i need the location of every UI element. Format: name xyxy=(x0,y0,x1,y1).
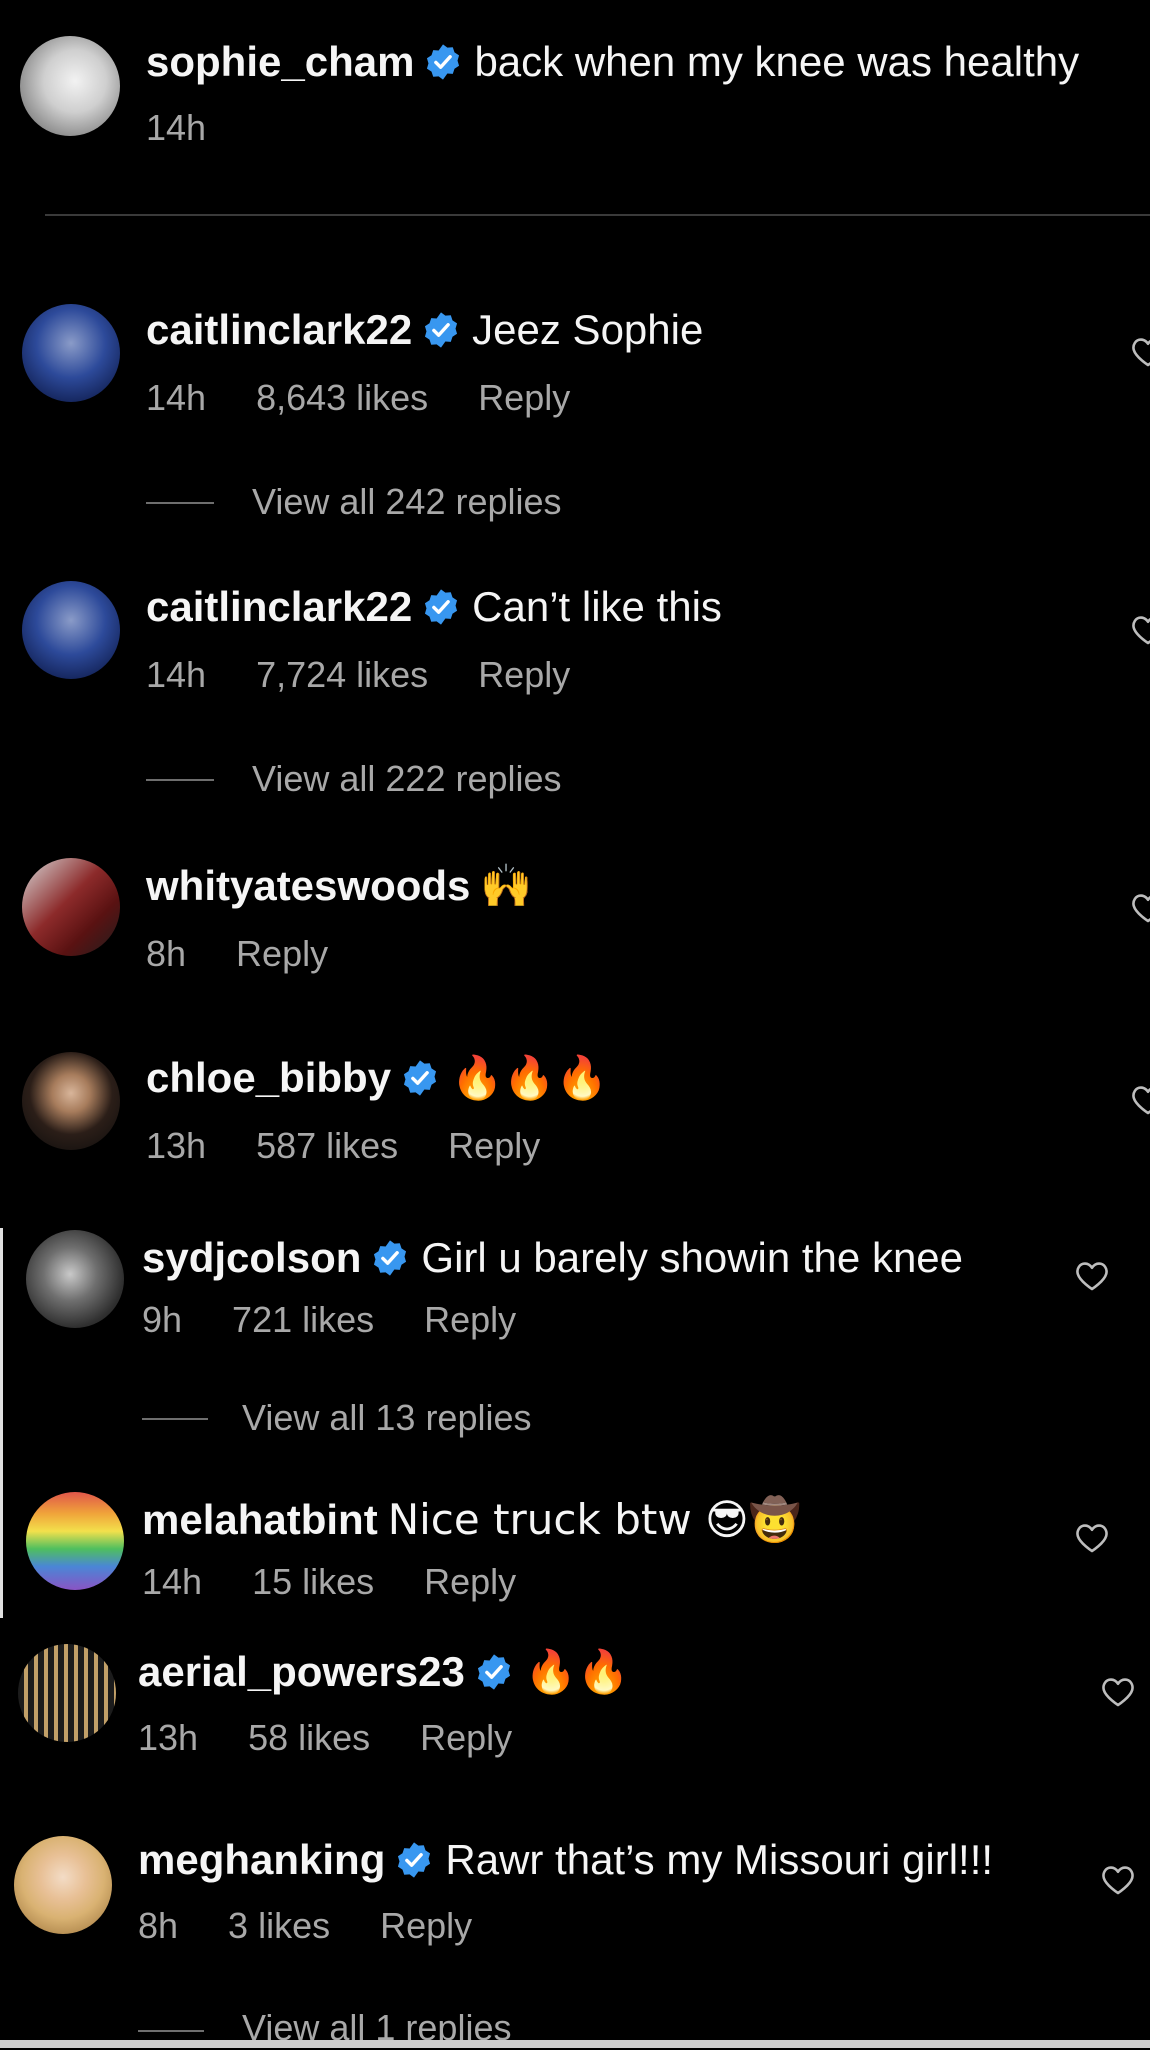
verified-badge-icon xyxy=(371,1239,409,1277)
heart-outline-icon[interactable] xyxy=(1130,612,1150,648)
comment-username[interactable]: melahatbint xyxy=(142,1496,378,1543)
comment-likes[interactable]: 721 likes xyxy=(232,1299,374,1340)
comment-likes[interactable]: 587 likes xyxy=(256,1125,398,1166)
comment-line: aerial_powers23 🔥🔥 xyxy=(138,1646,629,1698)
comment-line: meghanking Rawr that’s my Missouri girl!!… xyxy=(138,1834,993,1886)
comment-time: 14h xyxy=(142,1561,203,1602)
caption-avatar[interactable] xyxy=(20,36,120,136)
reply-button[interactable]: Reply xyxy=(380,1905,472,1946)
reply-button[interactable]: Reply xyxy=(478,377,570,418)
comment-line: chloe_bibby 🔥🔥🔥 xyxy=(146,1052,608,1104)
comment-username[interactable]: meghanking xyxy=(138,1836,385,1883)
heart-outline-icon[interactable] xyxy=(1074,1258,1110,1294)
avatar[interactable] xyxy=(26,1230,124,1328)
reply-button[interactable]: Reply xyxy=(424,1561,516,1602)
avatar[interactable] xyxy=(22,304,120,402)
comment-username[interactable]: caitlinclark22 xyxy=(146,306,412,353)
avatar[interactable] xyxy=(14,1836,112,1934)
comment-text: 🔥🔥🔥 xyxy=(451,1053,608,1102)
highlight-rule xyxy=(0,1228,3,1618)
comment-likes[interactable]: 8,643 likes xyxy=(256,377,428,418)
verified-badge-icon xyxy=(422,311,460,349)
view-replies-divider xyxy=(146,502,214,504)
comment-meta: 8h Reply xyxy=(146,932,378,976)
view-replies-link[interactable]: View all 242 replies xyxy=(252,480,562,524)
comment-username[interactable]: sydjcolson xyxy=(142,1234,361,1281)
caption-meta: 14h xyxy=(146,106,256,150)
comment-username[interactable]: whityateswoods xyxy=(146,862,470,909)
caption-text: back when my knee was healthy xyxy=(474,38,1080,85)
comment-meta: 14h 15 likes Reply xyxy=(142,1560,566,1604)
reply-button[interactable]: Reply xyxy=(236,933,328,974)
comment-username[interactable]: chloe_bibby xyxy=(146,1054,391,1101)
comment-text: Nice truck btw 😎🤠 xyxy=(387,1495,802,1544)
comment-likes[interactable]: 58 likes xyxy=(248,1717,370,1758)
comment-meta: 8h 3 likes Reply xyxy=(138,1904,522,1948)
avatar[interactable] xyxy=(26,1492,124,1590)
view-replies-divider xyxy=(146,779,214,781)
heart-outline-icon[interactable] xyxy=(1074,1520,1110,1556)
reply-button[interactable]: Reply xyxy=(448,1125,540,1166)
comment-time: 14h xyxy=(146,654,207,695)
heart-outline-icon[interactable] xyxy=(1100,1674,1136,1710)
comment-meta: 9h 721 likes Reply xyxy=(142,1298,566,1342)
heart-outline-icon[interactable] xyxy=(1130,890,1150,926)
avatar[interactable] xyxy=(22,1052,120,1150)
comment-time: 8h xyxy=(138,1905,179,1946)
verified-badge-icon xyxy=(424,43,462,81)
view-replies-divider xyxy=(138,2030,204,2032)
comment-time: 9h xyxy=(142,1299,183,1340)
caption-line: sophie_cham back when my knee was healthy xyxy=(146,36,1079,88)
comment-text: Can’t like this xyxy=(472,583,722,630)
view-replies-divider xyxy=(142,1418,208,1420)
reply-button[interactable]: Reply xyxy=(478,654,570,695)
comment-likes[interactable]: 7,724 likes xyxy=(256,654,428,695)
verified-badge-icon xyxy=(422,588,460,626)
comment-meta: 14h 7,724 likes Reply xyxy=(146,653,620,697)
reply-button[interactable]: Reply xyxy=(420,1717,512,1758)
caption-divider xyxy=(45,214,1150,216)
comment-line: caitlinclark22 Can’t like this xyxy=(146,581,722,633)
comment-text: 🙌 xyxy=(480,861,533,910)
comment-time: 14h xyxy=(146,377,207,418)
comment-meta: 13h 58 likes Reply xyxy=(138,1716,562,1760)
comment-line: melahatbint Nice truck btw 😎🤠 xyxy=(142,1494,801,1546)
comment-text: 🔥🔥 xyxy=(524,1647,630,1696)
verified-badge-icon xyxy=(475,1653,513,1691)
comment-text: Rawr that’s my Missouri girl!!! xyxy=(445,1836,994,1883)
comment-username[interactable]: caitlinclark22 xyxy=(146,583,412,630)
comment-likes[interactable]: 15 likes xyxy=(252,1561,374,1602)
heart-outline-icon[interactable] xyxy=(1100,1862,1136,1898)
reply-button[interactable]: Reply xyxy=(424,1299,516,1340)
comment-line: whityateswoods 🙌 xyxy=(146,860,533,912)
view-replies-link[interactable]: View all 13 replies xyxy=(242,1396,532,1440)
verified-badge-icon xyxy=(401,1059,439,1097)
heart-outline-icon[interactable] xyxy=(1130,334,1150,370)
comment-text: Jeez Sophie xyxy=(472,306,704,353)
heart-outline-icon[interactable] xyxy=(1130,1082,1150,1118)
comment-text: Girl u barely showin the knee xyxy=(421,1234,964,1281)
comment-likes[interactable]: 3 likes xyxy=(228,1905,330,1946)
avatar[interactable] xyxy=(22,858,120,956)
avatar[interactable] xyxy=(18,1644,116,1742)
caption-username[interactable]: sophie_cham xyxy=(146,38,414,85)
comment-meta: 14h 8,643 likes Reply xyxy=(146,376,620,420)
comment-line: caitlinclark22 Jeez Sophie xyxy=(146,304,703,356)
comment-username[interactable]: aerial_powers23 xyxy=(138,1648,465,1695)
bottom-edge xyxy=(0,2040,1150,2048)
comment-meta: 13h 587 likes Reply xyxy=(146,1124,590,1168)
comment-time: 13h xyxy=(138,1717,199,1758)
caption-time: 14h xyxy=(146,107,207,148)
view-replies-link[interactable]: View all 222 replies xyxy=(252,757,562,801)
comment-line: sydjcolson Girl u barely showin the knee xyxy=(142,1232,963,1284)
verified-badge-icon xyxy=(395,1841,433,1879)
avatar[interactable] xyxy=(22,581,120,679)
comment-time: 13h xyxy=(146,1125,207,1166)
comment-time: 8h xyxy=(146,933,187,974)
